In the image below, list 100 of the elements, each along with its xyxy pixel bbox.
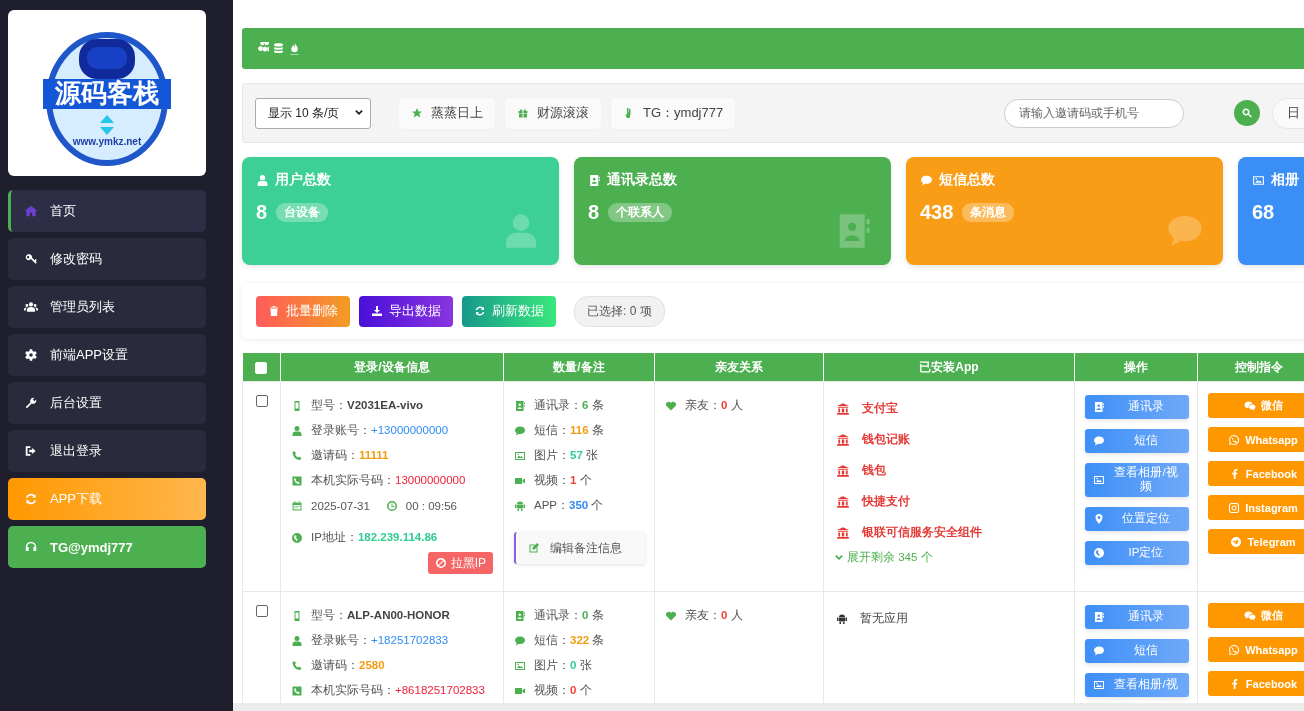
device-field: 邀请码：11111 xyxy=(311,448,389,463)
column-header: 已安装App xyxy=(919,359,979,374)
count-field: 视频：1 个 xyxy=(534,473,592,488)
stat-title: 通讯录总数 xyxy=(607,171,677,189)
bank-icon xyxy=(836,463,850,478)
operation-button[interactable]: 短信 xyxy=(1085,429,1189,453)
row-checkbox[interactable] xyxy=(255,394,268,407)
wechat-icon xyxy=(1243,399,1256,412)
column-header: 亲友关系 xyxy=(715,359,763,374)
command-button[interactable]: 微信 xyxy=(1208,603,1304,628)
chevron-icon xyxy=(354,108,364,118)
phone-icon xyxy=(291,449,303,462)
block-ip-button[interactable]: 拉黑IP xyxy=(427,552,493,574)
image-icon xyxy=(1093,679,1105,691)
command-button[interactable]: 微信 xyxy=(1208,393,1304,418)
gift-icon xyxy=(517,107,529,119)
tag-button[interactable]: TG：ymdj777 xyxy=(611,97,736,129)
telegram-icon xyxy=(1230,535,1243,548)
command-button[interactable]: Facebook xyxy=(1208,461,1304,486)
count-field: 图片：57 张 xyxy=(534,448,598,463)
operation-button[interactable]: 查看相册/视 xyxy=(1085,673,1189,697)
comment-icon xyxy=(920,173,933,187)
command-button[interactable]: Facebook xyxy=(1208,671,1304,696)
count-field: 视频：0 个 xyxy=(534,683,592,698)
action-button[interactable]: 刷新数据 xyxy=(462,295,556,327)
bank-icon xyxy=(836,525,850,540)
nav-item[interactable]: 前端APP设置 xyxy=(8,334,206,376)
command-button[interactable]: Whatsapp xyxy=(1208,427,1304,452)
operation-button[interactable]: 通讯录 xyxy=(1085,605,1189,629)
friends-count: 亲友：0 人 xyxy=(685,398,743,413)
app-name: 银联可信服务安全组件 xyxy=(862,525,982,540)
row-checkbox[interactable] xyxy=(255,604,268,617)
operation-button[interactable]: 通讯录 xyxy=(1085,395,1189,419)
selection-count: 已选择: 0 项 xyxy=(574,295,665,327)
whatsapp-icon xyxy=(1228,433,1241,446)
stat-unit: 条消息 xyxy=(962,203,1015,222)
image-icon xyxy=(514,659,526,672)
device-field: 本机实际号码：13000000000 xyxy=(311,473,466,488)
column-header: 登录/设备信息 xyxy=(354,359,430,374)
nav-item[interactable]: 修改密码 xyxy=(8,238,206,280)
column-header: 控制指令 xyxy=(1235,359,1283,374)
download-icon xyxy=(371,305,383,317)
stat-value: 8 xyxy=(256,201,268,224)
command-button[interactable]: Telegram xyxy=(1208,529,1304,554)
expand-link[interactable]: 展开剩余 345 个 xyxy=(834,550,1064,565)
address-book-icon xyxy=(1093,611,1105,623)
select-all-checkbox[interactable] xyxy=(255,361,268,374)
stat-title: 相册 xyxy=(1271,171,1299,189)
operation-button[interactable]: 查看相册/视频 xyxy=(1085,463,1189,497)
home-icon xyxy=(24,204,38,218)
heart-icon xyxy=(665,609,677,622)
key-icon xyxy=(24,252,38,266)
edit-note-button[interactable]: 编辑备注信息 xyxy=(514,532,645,564)
command-button[interactable]: Instagram xyxy=(1208,495,1304,520)
device-field: 邀请码：2580 xyxy=(311,658,385,673)
ban-icon xyxy=(434,557,447,569)
nav-item[interactable]: 管理员列表 xyxy=(8,286,206,328)
search-field[interactable]: 请输入邀请码或手机号 xyxy=(1004,98,1185,128)
tag-button[interactable]: 财源滚滚 xyxy=(505,97,601,129)
device-field: 登录账号：+13000000000 xyxy=(311,423,449,438)
operation-button[interactable]: 位置定位 xyxy=(1085,506,1189,531)
stat-title: 用户总数 xyxy=(275,171,331,189)
comment-icon xyxy=(514,634,526,647)
bank-icon xyxy=(836,432,850,447)
friends-count: 亲友：0 人 xyxy=(685,608,743,623)
date-button[interactable]: 日 xyxy=(1272,97,1304,129)
nav-item[interactable]: 首页 xyxy=(8,190,206,232)
command-button[interactable]: Whatsapp xyxy=(1208,637,1304,662)
pin-icon xyxy=(1093,512,1105,525)
heart-icon xyxy=(665,399,677,412)
action-button[interactable]: 批量删除 xyxy=(256,295,350,327)
scrollbar[interactable] xyxy=(233,703,1304,711)
stat-title: 短信总数 xyxy=(939,171,995,189)
nav-item[interactable]: 退出登录 xyxy=(8,430,206,472)
nav-item[interactable]: TG@ymdj777 xyxy=(8,526,206,568)
page-size-select[interactable]: 显示 10 条/页 xyxy=(255,97,371,129)
operation-button[interactable]: IP定位 xyxy=(1085,540,1189,565)
nav-item[interactable]: APP下载 xyxy=(8,478,206,520)
action-button[interactable]: 导出数据 xyxy=(359,295,453,327)
globe-icon xyxy=(1093,546,1105,559)
refresh-icon xyxy=(24,492,38,506)
nav-item[interactable]: 后台设置 xyxy=(8,382,206,424)
count-field: 通讯录：6 条 xyxy=(534,398,604,413)
sign-out-icon xyxy=(24,444,38,458)
count-field: 短信：116 条 xyxy=(534,423,604,438)
instagram-icon xyxy=(1228,501,1241,514)
phone-icon xyxy=(291,659,303,672)
tag-button[interactable]: 蒸蒸日上 xyxy=(399,97,495,129)
wrench-icon xyxy=(24,396,38,410)
comment-icon xyxy=(514,424,526,437)
device-field: 型号：V2031EA-vivo xyxy=(311,398,424,413)
address-book-icon xyxy=(514,399,526,412)
search-icon xyxy=(1241,107,1254,119)
stat-unit: 台设备 xyxy=(276,203,329,222)
address-book-icon xyxy=(588,173,601,187)
operation-button[interactable]: 短信 xyxy=(1085,639,1189,663)
clock-icon xyxy=(385,499,398,512)
users-icon xyxy=(24,300,38,314)
chevron-icon xyxy=(834,552,844,563)
search-button[interactable] xyxy=(1234,100,1261,126)
